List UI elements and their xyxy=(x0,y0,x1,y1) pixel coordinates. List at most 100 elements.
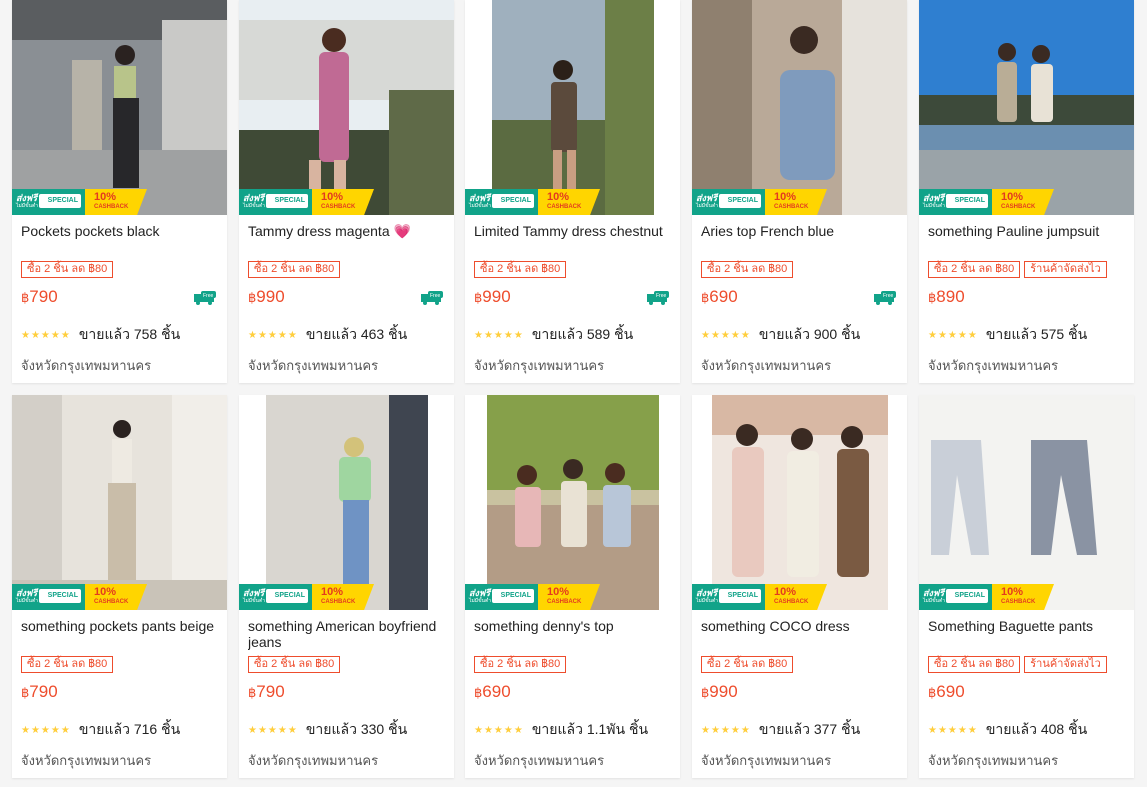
star-rating-icon: ★★★★★ xyxy=(21,725,71,736)
fast-shipping-tag: ร้านค้าจัดส่งไว xyxy=(1024,261,1107,278)
truck-icon: SPECIAL xyxy=(719,589,761,603)
product-photo xyxy=(465,395,680,610)
product-name[interactable]: Tammy dress magenta 💗 xyxy=(248,223,444,239)
product-card[interactable]: ส่งฟรี ไม่มีขั้นต่ำ SPECIAL 10% CASHBACK so… xyxy=(12,395,227,778)
seller-location: จังหวัดกรุงเทพมหานคร xyxy=(248,753,379,768)
product-tags: ซื้อ 2 ชิ้น ลด ฿80 xyxy=(701,654,797,673)
fast-shipping-tag: ร้านค้าจัดส่งไว xyxy=(1024,656,1107,673)
product-name[interactable]: Pockets pockets black xyxy=(21,223,217,239)
product-card[interactable]: ส่งฟรี ไม่มีขั้นต่ำ SPECIAL 10% CASHBACK Ar… xyxy=(692,0,907,383)
rating-and-sold: ★★★★★ ขายแล้ว 1.1พัน ชิ้น xyxy=(474,719,648,741)
product-tags: ซื้อ 2 ชิ้น ลด ฿80 ร้านค้าจัดส่งไว xyxy=(928,654,1111,673)
promo-banner: ส่งฟรี ไม่มีขั้นต่ำ SPECIAL 10% CASHBACK xyxy=(692,584,907,610)
coins-cashback-badge: 10% CASHBACK xyxy=(992,189,1054,215)
star-rating-icon: ★★★★★ xyxy=(701,330,751,341)
product-image[interactable]: ส่งฟรี ไม่มีขั้นต่ำ SPECIAL 10% CASHBACK xyxy=(465,0,680,215)
star-rating-icon: ★★★★★ xyxy=(928,725,978,736)
svg-text:Free: Free xyxy=(883,293,894,299)
product-price: ฿690 xyxy=(474,682,511,701)
product-name[interactable]: Aries top French blue xyxy=(701,223,897,239)
discount-tag: ซื้อ 2 ชิ้น ลด ฿80 xyxy=(928,261,1021,278)
rating-and-sold: ★★★★★ ขายแล้ว 377 ชิ้น xyxy=(701,719,860,741)
free-shipping-icon: Free xyxy=(421,291,443,305)
product-image[interactable]: ส่งฟรี ไม่มีขั้นต่ำ SPECIAL 10% CASHBACK xyxy=(239,0,454,215)
product-card[interactable]: ส่งฟรี ไม่มีขั้นต่ำ SPECIAL 10% CASHBACK so… xyxy=(919,0,1134,383)
product-card[interactable]: ส่งฟรี ไม่มีขั้นต่ำ SPECIAL 10% CASHBACK so… xyxy=(465,395,680,778)
free-shipping-special-badge: ส่งฟรี ไม่มีขั้นต่ำ SPECIAL xyxy=(239,584,312,610)
product-card[interactable]: ส่งฟรี ไม่มีขั้นต่ำ SPECIAL 10% CASHBACK So… xyxy=(919,395,1134,778)
free-shipping-special-badge: ส่งฟรี ไม่มีขั้นต่ำ SPECIAL xyxy=(919,584,992,610)
rating-and-sold: ★★★★★ ขายแล้ว 408 ชิ้น xyxy=(928,719,1087,741)
free-shipping-icon: Free xyxy=(194,291,216,305)
rating-and-sold: ★★★★★ ขายแล้ว 575 ชิ้น xyxy=(928,324,1087,346)
product-name[interactable]: Limited Tammy dress chestnut xyxy=(474,223,670,239)
coins-cashback-badge: 10% CASHBACK xyxy=(312,189,374,215)
product-image[interactable]: ส่งฟรี ไม่มีขั้นต่ำ SPECIAL 10% CASHBACK xyxy=(239,395,454,610)
product-price: ฿790 xyxy=(248,682,285,701)
truck-icon: SPECIAL xyxy=(266,589,308,603)
promo-banner: ส่งฟรี ไม่มีขั้นต่ำ SPECIAL 10% CASHBACK xyxy=(239,584,454,610)
discount-tag: ซื้อ 2 ชิ้น ลด ฿80 xyxy=(928,656,1021,673)
free-shipping-special-badge: ส่งฟรี ไม่มีขั้นต่ำ SPECIAL xyxy=(465,189,538,215)
product-name[interactable]: something COCO dress xyxy=(701,618,897,634)
truck-icon: SPECIAL xyxy=(719,194,761,208)
coins-cashback-badge: 10% CASHBACK xyxy=(765,189,827,215)
star-rating-icon: ★★★★★ xyxy=(474,725,524,736)
product-price: ฿990 xyxy=(248,287,285,306)
promo-banner: ส่งฟรี ไม่มีขั้นต่ำ SPECIAL 10% CASHBACK xyxy=(12,584,227,610)
product-photo xyxy=(12,395,227,610)
product-card[interactable]: ส่งฟรี ไม่มีขั้นต่ำ SPECIAL 10% CASHBACK so… xyxy=(692,395,907,778)
product-name[interactable]: something American boyfriend jeans xyxy=(248,618,444,650)
star-rating-icon: ★★★★★ xyxy=(701,725,751,736)
product-name[interactable]: Something Baguette pants xyxy=(928,618,1124,634)
truck-icon: SPECIAL xyxy=(946,589,988,603)
product-name[interactable]: something denny's top xyxy=(474,618,670,634)
product-card[interactable]: ส่งฟรี ไม่มีขั้นต่ำ SPECIAL 10% CASHBACK Ta… xyxy=(239,0,454,383)
promo-banner: ส่งฟรี ไม่มีขั้นต่ำ SPECIAL 10% CASHBACK xyxy=(465,584,680,610)
promo-banner: ส่งฟรี ไม่มีขั้นต่ำ SPECIAL 10% CASHBACK xyxy=(239,189,454,215)
product-card[interactable]: ส่งฟรี ไม่มีขั้นต่ำ SPECIAL 10% CASHBACK so… xyxy=(239,395,454,778)
product-photo xyxy=(919,0,1134,215)
sold-count: ขายแล้ว 463 ชิ้น xyxy=(305,326,408,342)
svg-text:Free: Free xyxy=(203,293,214,299)
discount-tag: ซื้อ 2 ชิ้น ลด ฿80 xyxy=(21,656,114,673)
rating-and-sold: ★★★★★ ขายแล้ว 716 ชิ้น xyxy=(21,719,180,741)
promo-banner: ส่งฟรี ไม่มีขั้นต่ำ SPECIAL 10% CASHBACK xyxy=(919,189,1134,215)
product-tags: ซื้อ 2 ชิ้น ลด ฿80 xyxy=(701,259,797,278)
promo-banner: ส่งฟรี ไม่มีขั้นต่ำ SPECIAL 10% CASHBACK xyxy=(692,189,907,215)
product-price: ฿990 xyxy=(474,287,511,306)
truck-icon: SPECIAL xyxy=(39,589,81,603)
product-image[interactable]: ส่งฟรี ไม่มีขั้นต่ำ SPECIAL 10% CASHBACK xyxy=(692,395,907,610)
svg-text:Free: Free xyxy=(430,293,441,299)
product-price: ฿890 xyxy=(928,287,965,306)
truck-icon: SPECIAL xyxy=(266,194,308,208)
product-tags: ซื้อ 2 ชิ้น ลด ฿80 ร้านค้าจัดส่งไว xyxy=(928,259,1111,278)
star-rating-icon: ★★★★★ xyxy=(21,330,71,341)
product-photo xyxy=(692,395,907,610)
product-price: ฿690 xyxy=(701,287,738,306)
product-tags: ซื้อ 2 ชิ้น ลด ฿80 xyxy=(474,259,570,278)
sold-count: ขายแล้ว 330 ชิ้น xyxy=(305,721,408,737)
product-price: ฿790 xyxy=(21,682,58,701)
product-tags: ซื้อ 2 ชิ้น ลด ฿80 xyxy=(21,654,117,673)
product-image[interactable]: ส่งฟรี ไม่มีขั้นต่ำ SPECIAL 10% CASHBACK xyxy=(12,395,227,610)
product-card[interactable]: ส่งฟรี ไม่มีขั้นต่ำ SPECIAL 10% CASHBACK Po… xyxy=(12,0,227,383)
sold-count: ขายแล้ว 589 ชิ้น xyxy=(531,326,634,342)
product-name[interactable]: something pockets pants beige xyxy=(21,618,217,634)
product-image[interactable]: ส่งฟรี ไม่มีขั้นต่ำ SPECIAL 10% CASHBACK xyxy=(919,0,1134,215)
product-tags: ซื้อ 2 ชิ้น ลด ฿80 xyxy=(474,654,570,673)
coins-cashback-badge: 10% CASHBACK xyxy=(85,189,147,215)
seller-location: จังหวัดกรุงเทพมหานคร xyxy=(21,753,152,768)
product-image[interactable]: ส่งฟรี ไม่มีขั้นต่ำ SPECIAL 10% CASHBACK xyxy=(919,395,1134,610)
product-photo xyxy=(12,0,227,215)
rating-and-sold: ★★★★★ ขายแล้ว 900 ชิ้น xyxy=(701,324,860,346)
rating-and-sold: ★★★★★ ขายแล้ว 463 ชิ้น xyxy=(248,324,407,346)
rating-and-sold: ★★★★★ ขายแล้ว 330 ชิ้น xyxy=(248,719,407,741)
product-image[interactable]: ส่งฟรี ไม่มีขั้นต่ำ SPECIAL 10% CASHBACK xyxy=(692,0,907,215)
rating-and-sold: ★★★★★ ขายแล้ว 758 ชิ้น xyxy=(21,324,180,346)
product-card[interactable]: ส่งฟรี ไม่มีขั้นต่ำ SPECIAL 10% CASHBACK Li… xyxy=(465,0,680,383)
product-name[interactable]: something Pauline jumpsuit xyxy=(928,223,1124,239)
coins-cashback-badge: 10% CASHBACK xyxy=(765,584,827,610)
product-image[interactable]: ส่งฟรี ไม่มีขั้นต่ำ SPECIAL 10% CASHBACK xyxy=(465,395,680,610)
product-image[interactable]: ส่งฟรี ไม่มีขั้นต่ำ SPECIAL 10% CASHBACK xyxy=(12,0,227,215)
